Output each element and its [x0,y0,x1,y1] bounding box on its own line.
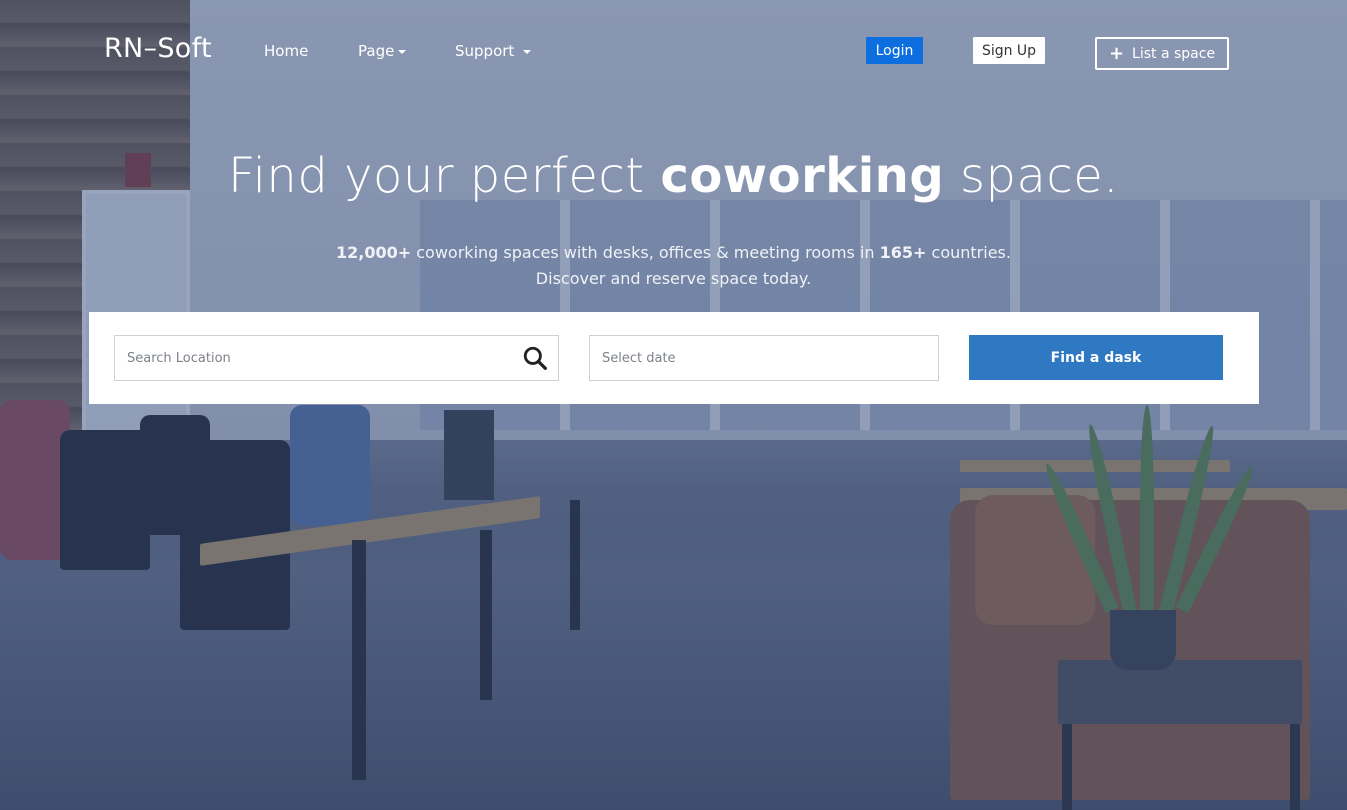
hero-title-part: Find your perfect [227,148,661,204]
find-desk-button[interactable]: Find a dask [969,335,1223,380]
location-field [114,335,559,381]
nav-link-page[interactable]: Page [358,42,407,60]
hero-title-bold: coworking [660,148,945,204]
search-icon[interactable] [522,345,548,371]
hero-subtitle-text: coworking spaces with desks, offices & m… [411,243,880,262]
plus-icon: + [1108,42,1125,64]
hero-subtitle-line1: 12,000+ coworking spaces with desks, off… [0,240,1347,266]
nav-link-label: Support [455,42,515,60]
nav-link-label: Page [358,42,395,60]
nav-link-support[interactable]: Support [455,42,532,60]
blue-overlay [0,0,1347,810]
nav-link-home[interactable]: Home [264,42,308,60]
hero-title-part: space. [944,148,1120,204]
nav-link-label: Home [264,42,309,60]
hero-title: Find your perfect coworking space. [0,148,1347,204]
list-space-button[interactable]: + List a space [1095,37,1229,70]
hero-subtitle-line2: Discover and reserve space today. [535,269,812,288]
search-location-input[interactable] [115,335,519,381]
brand-logo[interactable]: RN–Soft [104,33,212,64]
date-field [589,335,939,381]
hero-subtitle-text: countries. [926,243,1011,262]
navbar: RN–Soft Home Page Support Login Sign Up … [0,0,1347,100]
country-count: 165+ [879,243,927,262]
select-date-input[interactable] [590,335,934,381]
hero-subtitle: 12,000+ coworking spaces with desks, off… [0,240,1347,292]
caret-down-icon [523,49,532,54]
login-button[interactable]: Login [866,37,923,64]
signup-button[interactable]: Sign Up [973,37,1045,64]
search-panel: Find a dask [89,312,1259,404]
list-space-label: List a space [1132,45,1216,62]
space-count: 12,000+ [336,243,412,262]
hero-background-image [0,0,1347,810]
caret-down-icon [398,49,407,54]
